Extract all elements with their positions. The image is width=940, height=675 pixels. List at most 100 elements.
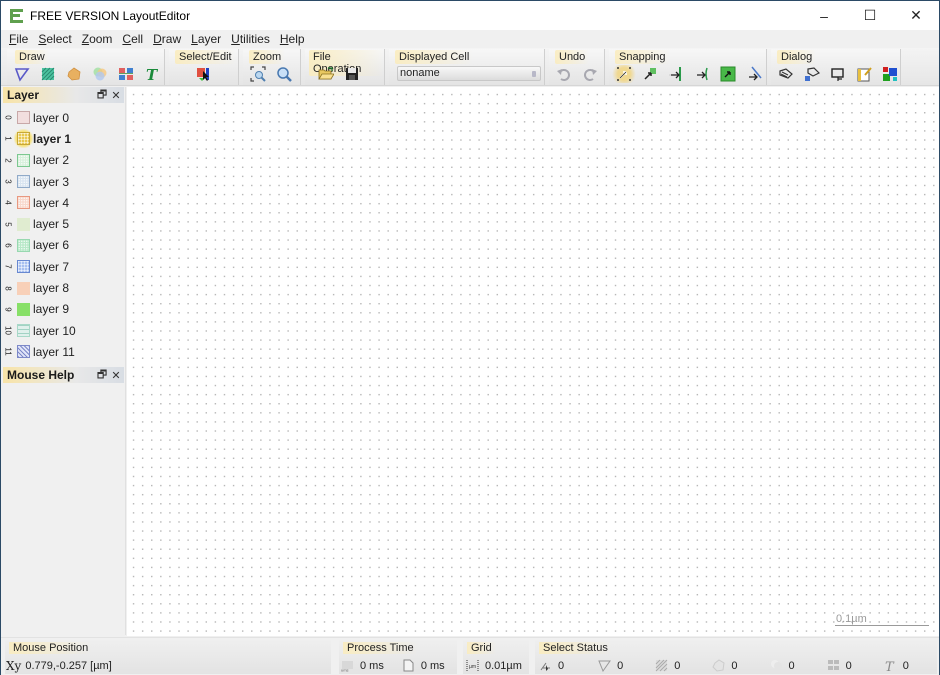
float-panel-icon[interactable]: 🗗 <box>96 369 108 381</box>
menu-zoom[interactable]: Zoom <box>77 32 118 46</box>
layer-color-swatch-icon[interactable] <box>17 132 30 146</box>
drawing-canvas[interactable]: 0.1µm <box>127 87 939 636</box>
layer-color-swatch-icon[interactable] <box>17 217 30 231</box>
redo-button[interactable] <box>577 65 603 83</box>
float-panel-icon[interactable]: 🗗 <box>96 89 108 101</box>
layer-row[interactable]: 10 layer 10 <box>1 320 125 341</box>
close-panel-icon[interactable]: ✕ <box>110 89 122 102</box>
layer-color-swatch-icon[interactable] <box>17 345 30 359</box>
layer-color-swatch-icon[interactable] <box>17 153 30 167</box>
layer-row[interactable]: 9 layer 9 <box>1 299 125 320</box>
snap-edge-button[interactable] <box>663 65 689 83</box>
layer-color-swatch-icon[interactable] <box>17 238 30 252</box>
layer-dialog-button[interactable] <box>799 65 825 83</box>
menu-file[interactable]: File <box>4 32 33 46</box>
undo-button[interactable] <box>551 65 577 83</box>
layer-row[interactable]: 3 layer 3 <box>1 171 125 192</box>
status-group-label: Select Status <box>539 642 612 654</box>
toolbar-group-undo: Undo <box>549 49 605 85</box>
draw-text-button[interactable]: T <box>139 65 165 83</box>
layer-row[interactable]: 0 layer 0 <box>1 107 125 128</box>
notes-dialog-icon <box>857 67 872 82</box>
close-panel-icon[interactable]: ✕ <box>110 369 122 382</box>
cell-ref-icon <box>827 659 840 672</box>
zoom-fit-icon <box>250 66 266 82</box>
app-logo-icon <box>10 8 24 23</box>
coordinates-icon: Xy <box>6 659 22 673</box>
layer-number: 11 <box>3 347 13 357</box>
layer-list: 0 layer 0 1 layer 1 2 layer 2 3 layer 3 4 layer 4… <box>1 107 125 363</box>
selected-texts-count: 0 <box>902 659 909 672</box>
layer-row[interactable]: 2 layer 2 <box>1 150 125 171</box>
layer-row[interactable]: 1 layer 1 <box>1 128 125 149</box>
snap-edge-open-button[interactable] <box>689 65 715 83</box>
menu-utilities[interactable]: Utilities <box>226 32 275 46</box>
menu-help[interactable]: Help <box>275 32 310 46</box>
layer-color-swatch-icon[interactable] <box>17 281 30 295</box>
menu-select[interactable]: Select <box>33 32 76 46</box>
zoom-magnifier-button[interactable] <box>271 65 297 83</box>
displayed-cell-value: noname <box>400 67 440 79</box>
draw-box-button[interactable] <box>35 65 61 83</box>
select-edit-button[interactable] <box>191 65 217 83</box>
toolbar-group-label: Select/Edit <box>175 50 236 64</box>
menu-cell[interactable]: Cell <box>117 32 148 46</box>
layer-swatch-wrap <box>14 257 33 276</box>
layer-color-swatch-icon[interactable] <box>17 111 30 125</box>
layer-row[interactable]: 11 layer 11 <box>1 341 125 362</box>
maximize-button[interactable]: ☐ <box>847 1 893 30</box>
layer-color-swatch-icon[interactable] <box>17 324 30 338</box>
polygon-icon <box>598 659 612 672</box>
snap-diagonal-button[interactable] <box>741 65 767 83</box>
layer-row[interactable]: 8 layer 8 <box>1 277 125 298</box>
minimize-button[interactable]: – <box>801 1 847 30</box>
layer-row[interactable]: 6 layer 6 <box>1 235 125 256</box>
selected-polygons-count: 0 <box>617 659 624 672</box>
layer-row[interactable]: 4 layer 4 <box>1 192 125 213</box>
menu-layer[interactable]: Layer <box>186 32 226 46</box>
draw-path-button[interactable] <box>61 65 87 83</box>
text-icon: T <box>146 66 159 82</box>
save-file-button[interactable] <box>339 65 365 83</box>
layer-color-swatch-icon[interactable] <box>17 175 30 189</box>
displayed-cell-select[interactable]: noname <box>397 66 541 81</box>
layer-swatch-wrap <box>14 193 33 212</box>
layer-row[interactable]: 7 layer 7 <box>1 256 125 277</box>
menu-draw[interactable]: Draw <box>148 32 186 46</box>
layer-number: 6 <box>3 243 13 248</box>
layer-name: layer 4 <box>33 195 70 210</box>
layer-swatch-wrap <box>14 129 33 149</box>
draw-circle-button[interactable] <box>87 65 113 83</box>
notes-dialog-button[interactable] <box>851 65 877 83</box>
layer-color-swatch-icon[interactable] <box>17 196 30 210</box>
status-process-time: Process Time ums 0 ms 0 ms <box>339 640 457 674</box>
snap-point-icon <box>644 68 656 80</box>
selected-boxes-count: 0 <box>674 659 681 672</box>
cell-dialog-icon <box>831 68 844 81</box>
zoom-fit-button[interactable] <box>245 65 271 83</box>
layer-color-swatch-icon[interactable] <box>17 260 30 274</box>
close-button[interactable]: ✕ <box>893 1 939 30</box>
layer-row[interactable]: 5 layer 5 <box>1 213 125 234</box>
snap-grid-button[interactable] <box>611 65 637 83</box>
file-time-icon <box>402 659 415 672</box>
layer-color-swatch-icon[interactable] <box>17 302 30 316</box>
layer-name: layer 6 <box>33 238 70 253</box>
snap-area-button[interactable] <box>715 65 741 83</box>
layer-swatch-wrap <box>14 151 33 170</box>
snap-point-button[interactable] <box>637 65 663 83</box>
properties-dialog-button[interactable] <box>773 65 799 83</box>
color-dialog-button[interactable] <box>877 65 903 83</box>
layer-number: 1 <box>3 136 13 142</box>
mouse-help-panel-header: Mouse Help 🗗 ✕ <box>3 367 124 383</box>
layer-swatch-wrap <box>14 108 33 127</box>
open-file-button[interactable] <box>313 65 339 83</box>
path-icon <box>67 67 81 81</box>
cell-dialog-button[interactable] <box>825 65 851 83</box>
open-folder-icon <box>318 67 334 80</box>
draw-cell-ref-button[interactable] <box>113 65 139 83</box>
zoom-magnifier-icon <box>277 67 292 82</box>
status-bar: Mouse Position Xy 0.779,-0.257 [µm] Proc… <box>1 637 939 675</box>
chevron-down-icon <box>532 71 536 77</box>
draw-polygon-button[interactable] <box>9 65 35 83</box>
